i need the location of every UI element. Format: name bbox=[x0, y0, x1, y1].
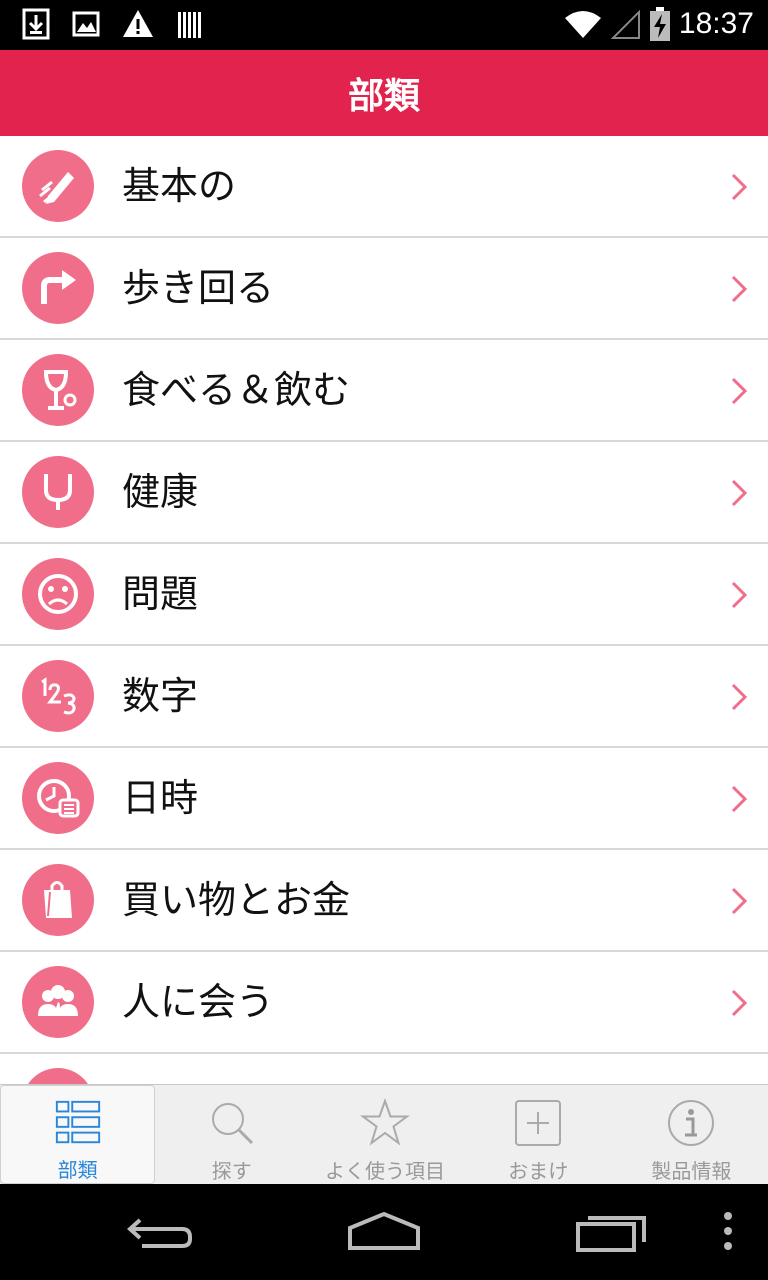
back-icon bbox=[127, 1218, 192, 1248]
tab-label: おまけ bbox=[508, 1159, 569, 1183]
tab-favorites[interactable]: よく使う項目 bbox=[308, 1085, 461, 1184]
category-item-eat-drink[interactable]: 食べる＆飲む bbox=[0, 340, 768, 442]
pencil-icon bbox=[22, 150, 94, 222]
tab-label: 部類 bbox=[57, 1158, 98, 1182]
people-icon bbox=[22, 966, 94, 1038]
category-list: 基本の 歩き回る 食べる＆飲む 健康 問題 数字 日時 買い物とお金 人に会う bbox=[0, 136, 768, 1084]
system-nav-bar bbox=[0, 1184, 768, 1280]
chevron-right-icon bbox=[731, 275, 748, 303]
home-button[interactable] bbox=[344, 1206, 424, 1256]
tab-categories[interactable]: 部類 bbox=[0, 1085, 156, 1184]
tab-product-info[interactable]: 製品情報 bbox=[615, 1085, 768, 1184]
tab-bar: 部類 探す よく使う項目 おまけ 製品情報 bbox=[0, 1084, 768, 1184]
category-item-partial[interactable] bbox=[0, 1054, 768, 1084]
plus-box-icon bbox=[515, 1100, 562, 1146]
list-icon bbox=[55, 1100, 100, 1144]
clock-calendar-icon bbox=[22, 762, 94, 834]
page-title: 部類 bbox=[347, 76, 420, 117]
image-icon bbox=[72, 11, 100, 37]
chevron-right-icon bbox=[731, 173, 748, 201]
stethoscope-icon bbox=[22, 456, 94, 528]
wine-glass-icon bbox=[22, 354, 94, 426]
barcode-icon bbox=[178, 12, 201, 38]
chevron-right-icon bbox=[731, 479, 748, 507]
category-item-getting-around[interactable]: 歩き回る bbox=[0, 238, 768, 340]
category-label: 歩き回る bbox=[122, 266, 275, 310]
chevron-right-icon bbox=[731, 785, 748, 813]
category-item-basic[interactable]: 基本の bbox=[0, 136, 768, 238]
category-label: 健康 bbox=[122, 470, 199, 514]
category-label: 数字 bbox=[122, 674, 199, 718]
menu-button[interactable] bbox=[688, 1206, 768, 1256]
category-label: 食べる＆飲む bbox=[122, 368, 351, 412]
chevron-right-icon bbox=[731, 887, 748, 915]
category-label: 基本の bbox=[122, 164, 237, 208]
back-button[interactable] bbox=[120, 1206, 200, 1256]
category-label: 日時 bbox=[122, 776, 199, 820]
chevron-right-icon bbox=[731, 377, 748, 405]
clock-time: 18:37 bbox=[678, 7, 754, 40]
category-label: 買い物とお金 bbox=[122, 878, 351, 922]
tab-extras[interactable]: おまけ bbox=[462, 1085, 615, 1184]
category-item-numbers[interactable]: 数字 bbox=[0, 646, 768, 748]
warning-icon bbox=[123, 10, 153, 37]
star-icon bbox=[359, 1098, 411, 1146]
tab-label: 製品情報 bbox=[651, 1159, 732, 1183]
category-item-date-time[interactable]: 日時 bbox=[0, 748, 768, 850]
chevron-right-icon bbox=[731, 989, 748, 1017]
home-icon bbox=[348, 1211, 420, 1250]
status-bar: 18:37 bbox=[0, 0, 768, 50]
wifi-icon bbox=[564, 11, 601, 38]
category-item-health[interactable]: 健康 bbox=[0, 442, 768, 544]
sad-face-icon bbox=[22, 558, 94, 630]
turn-arrow-icon bbox=[22, 252, 94, 324]
info-icon bbox=[668, 1100, 715, 1146]
download-icon bbox=[22, 8, 50, 40]
tab-search[interactable]: 探す bbox=[155, 1085, 308, 1184]
menu-icon bbox=[724, 1212, 732, 1250]
tab-label: よく使う項目 bbox=[325, 1159, 445, 1183]
shopping-bag-icon bbox=[22, 864, 94, 936]
category-item-shopping[interactable]: 買い物とお金 bbox=[0, 850, 768, 952]
recent-apps-button[interactable] bbox=[570, 1206, 650, 1256]
tab-label: 探す bbox=[211, 1159, 252, 1183]
recent-apps-icon bbox=[576, 1216, 646, 1252]
category-icon bbox=[22, 1068, 94, 1084]
category-label: 問題 bbox=[122, 572, 199, 616]
numbers-icon bbox=[22, 660, 94, 732]
app-header: 部類 bbox=[0, 50, 768, 136]
category-item-meeting-people[interactable]: 人に会う bbox=[0, 952, 768, 1054]
category-label: 人に会う bbox=[122, 980, 275, 1024]
search-icon bbox=[211, 1103, 253, 1145]
signal-icon bbox=[610, 9, 640, 39]
chevron-right-icon bbox=[731, 683, 748, 711]
battery-charging-icon bbox=[649, 7, 670, 41]
chevron-right-icon bbox=[731, 581, 748, 609]
category-item-problems[interactable]: 問題 bbox=[0, 544, 768, 646]
